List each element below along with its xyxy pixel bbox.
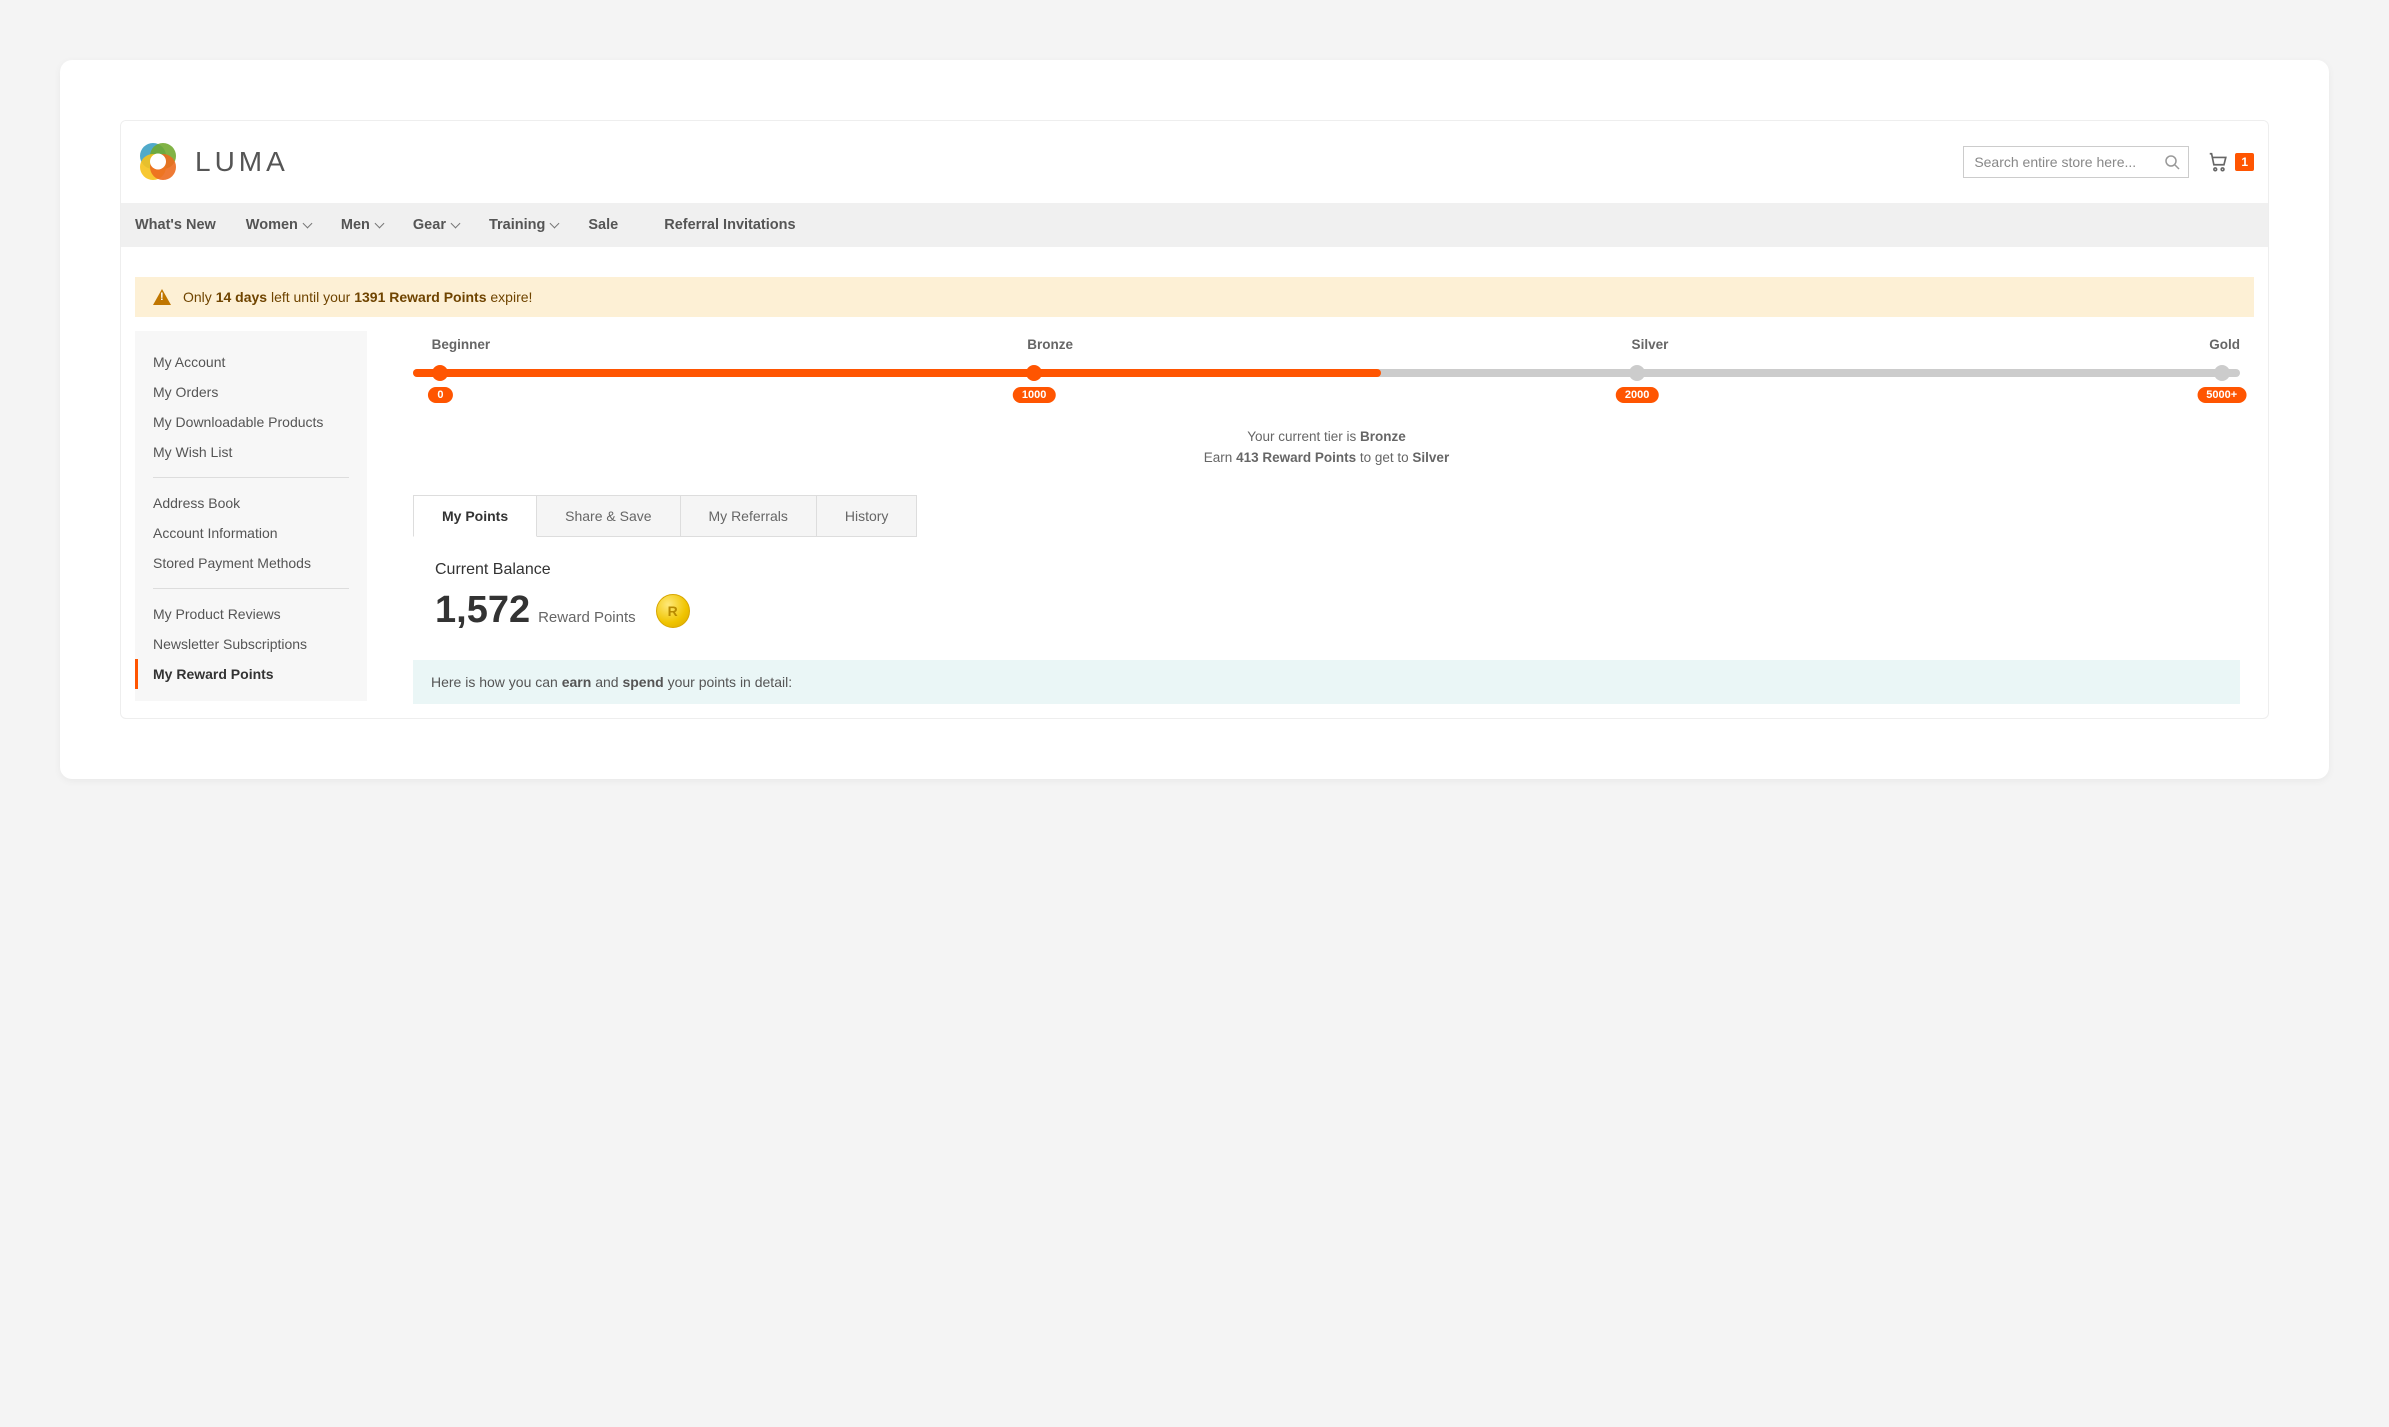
nav-item-label: Women (246, 217, 298, 233)
tier-label-gold: Gold (2209, 337, 2240, 352)
sidebar-item-account-information[interactable]: Account Information (135, 518, 367, 548)
nav-item-training[interactable]: Training (489, 217, 558, 233)
tier-status-line2: Earn 413 Reward Points to get to Silver (413, 450, 2240, 465)
nav-item-what-s-new[interactable]: What's New (135, 217, 216, 233)
tier-dot-gold (2214, 365, 2230, 381)
tier-labels: Beginner Bronze Silver Gold (413, 337, 2240, 355)
logo-text: LUMA (195, 146, 289, 178)
header: LUMA 1 (121, 121, 2268, 203)
tier-label-beginner: Beginner (432, 337, 491, 352)
coin-icon: R (656, 594, 690, 628)
balance-section: Current Balance 1,572 Reward Points R (413, 561, 2240, 632)
sidebar-item-my-reward-points[interactable]: My Reward Points (135, 659, 367, 689)
balance-title: Current Balance (435, 561, 2240, 579)
nav-item-gear[interactable]: Gear (413, 217, 459, 233)
tier-progress-fill (413, 369, 1381, 377)
tier-label-silver: Silver (1632, 337, 1669, 352)
search-input[interactable] (1974, 154, 2164, 170)
navbar: What's New Women Men Gear Training Sale Referr… (121, 203, 2268, 247)
balance-unit: Reward Points (538, 609, 636, 626)
app-window: LUMA 1 What's New Women Men Gear Training (120, 120, 2269, 719)
chevron-down-icon (451, 219, 461, 229)
nav-item-label: Sale (588, 217, 618, 233)
tab-my-points[interactable]: My Points (413, 495, 537, 537)
sidebar-item-my-orders[interactable]: My Orders (135, 377, 367, 407)
logo[interactable]: LUMA (135, 139, 289, 185)
sidebar-item-my-downloadable-products[interactable]: My Downloadable Products (135, 407, 367, 437)
tier-value-bronze: 1000 (1013, 387, 1055, 403)
tier-values: 0100020005000+ (413, 387, 2240, 411)
sidebar-separator (153, 477, 349, 478)
nav-item-sale[interactable]: Sale (588, 217, 618, 233)
sidebar-item-stored-payment-methods[interactable]: Stored Payment Methods (135, 548, 367, 578)
tier-value-gold: 5000+ (2197, 387, 2246, 403)
tab-my-referrals[interactable]: My Referrals (681, 495, 817, 537)
sidebar-item-newsletter-subscriptions[interactable]: Newsletter Subscriptions (135, 629, 367, 659)
tier-status: Your current tier is Bronze Earn 413 Rew… (413, 429, 2240, 465)
sidebar-item-address-book[interactable]: Address Book (135, 488, 367, 518)
header-right: 1 (1963, 146, 2254, 178)
balance-value: 1,572 (435, 589, 530, 632)
sidebar-item-my-wish-list[interactable]: My Wish List (135, 437, 367, 467)
content: BeginnerBronzeSilverGold 0100020005000+ … (413, 331, 2240, 704)
tier-dot-bronze (1026, 365, 1042, 381)
tab-share-save[interactable]: Share & Save (537, 495, 680, 537)
nav-item-men[interactable]: Men (341, 217, 383, 233)
nav-item-label: Training (489, 217, 545, 233)
cart-badge: 1 (2235, 153, 2254, 171)
alert-expiry: Only 14 days left until your 1391 Reward… (135, 277, 2254, 317)
tier-dot-beginner (432, 365, 448, 381)
tier-value-silver: 2000 (1616, 387, 1658, 403)
nav-item-women[interactable]: Women (246, 217, 311, 233)
nav-item-referral-invitations[interactable]: Referral Invitations (664, 217, 795, 233)
warning-icon (153, 289, 171, 305)
nav-item-label: Men (341, 217, 370, 233)
nav-item-label: Gear (413, 217, 446, 233)
chevron-down-icon (302, 219, 312, 229)
cart-button[interactable]: 1 (2207, 151, 2254, 173)
tier-progress-bar (413, 369, 2240, 377)
sidebar-item-my-product-reviews[interactable]: My Product Reviews (135, 599, 367, 629)
tier-dot-silver (1629, 365, 1645, 381)
main: My AccountMy OrdersMy Downloadable Produ… (121, 317, 2268, 718)
nav-item-label: What's New (135, 217, 216, 233)
outer-card: LUMA 1 What's New Women Men Gear Training (60, 60, 2329, 779)
balance-row: 1,572 Reward Points R (435, 589, 2240, 632)
tab-history[interactable]: History (817, 495, 918, 537)
sidebar-item-my-account[interactable]: My Account (135, 347, 367, 377)
search-icon[interactable] (2164, 154, 2180, 170)
tier-label-bronze: Bronze (1027, 337, 1073, 352)
chevron-down-icon (550, 219, 560, 229)
sidebar-separator (153, 588, 349, 589)
alert-text: Only 14 days left until your 1391 Reward… (183, 289, 532, 305)
tier-status-line1: Your current tier is Bronze (413, 429, 2240, 444)
sidebar: My AccountMy OrdersMy Downloadable Produ… (135, 331, 367, 701)
tier-value-beginner: 0 (428, 387, 452, 403)
earn-spend-info: Here is how you can earn and spend your … (413, 660, 2240, 704)
chevron-down-icon (374, 219, 384, 229)
search-box[interactable] (1963, 146, 2189, 178)
logo-icon (135, 139, 181, 185)
tabs: My PointsShare & SaveMy ReferralsHistory (413, 495, 2240, 537)
cart-icon (2207, 151, 2229, 173)
nav-item-label: Referral Invitations (664, 217, 795, 233)
